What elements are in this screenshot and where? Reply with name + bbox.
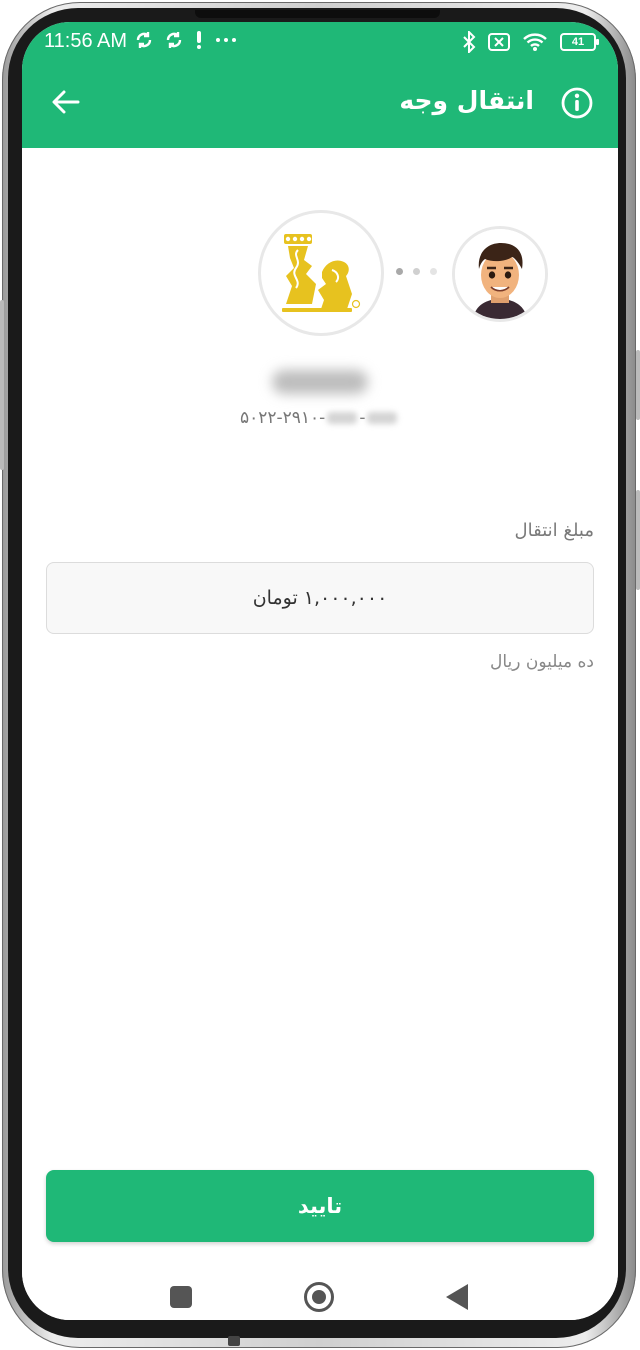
transfer-direction-dots [396,268,437,275]
progress-dot [413,268,420,275]
avatar-face-icon [455,229,545,319]
phone-side-button [0,300,4,470]
recipient-name-redacted [272,370,368,394]
status-system-icons: 41 [462,31,599,53]
info-button[interactable] [560,86,594,120]
system-navigation-bar [22,1268,618,1320]
no-sim-icon [488,33,510,51]
phone-speaker-bar [195,10,440,18]
progress-dot [396,268,403,275]
account-number-redacted [327,412,358,424]
bluetooth-icon [463,31,476,53]
more-notifications-icon [216,38,236,42]
recents-button[interactable] [170,1286,192,1308]
amount-in-words: ده میلیون ریال [489,652,594,672]
phone-screen: 11:56 AM 41 انتقال وجه ۵۰۲۲-۲۹۱۰- - مبلغ… [22,22,618,1320]
back-button[interactable] [48,84,84,120]
confirm-button[interactable]: تایید [46,1170,594,1242]
account-number-prefix: ۵۰۲۲-۲۹۱۰- [240,408,326,428]
sync-icon [166,32,182,48]
status-time: 11:56 AM [44,30,128,52]
status-notification-icons [134,30,238,50]
battery-level: 41 [571,36,585,48]
page-title: انتقال وجه [399,86,534,115]
sync-icon [136,32,152,48]
phone-power-button [636,490,640,590]
battery-icon: 41 [560,33,599,51]
wifi-icon [523,33,547,51]
amount-label: مبلغ انتقال [514,520,594,541]
home-button[interactable] [304,1282,334,1312]
account-number-separator: - [359,408,366,428]
recipient-account-number: ۵۰۲۲-۲۹۱۰- - [240,408,399,428]
info-icon [561,87,593,119]
progress-dot [430,268,437,275]
alert-icon [197,31,201,49]
status-bar: 11:56 AM 41 [22,22,618,62]
phone-volume-button [636,350,640,420]
destination-bank-logo [258,210,384,336]
app-bar: انتقال وجه [22,62,618,148]
bank-logo-icon [282,234,361,312]
phone-bottom-port [228,1336,240,1346]
nav-back-button[interactable] [446,1284,468,1310]
amount-input[interactable]: ۱,۰۰۰,۰۰۰ تومان [46,562,594,634]
account-number-redacted [367,412,398,424]
arrow-left-icon [52,90,80,114]
user-avatar [452,226,548,322]
